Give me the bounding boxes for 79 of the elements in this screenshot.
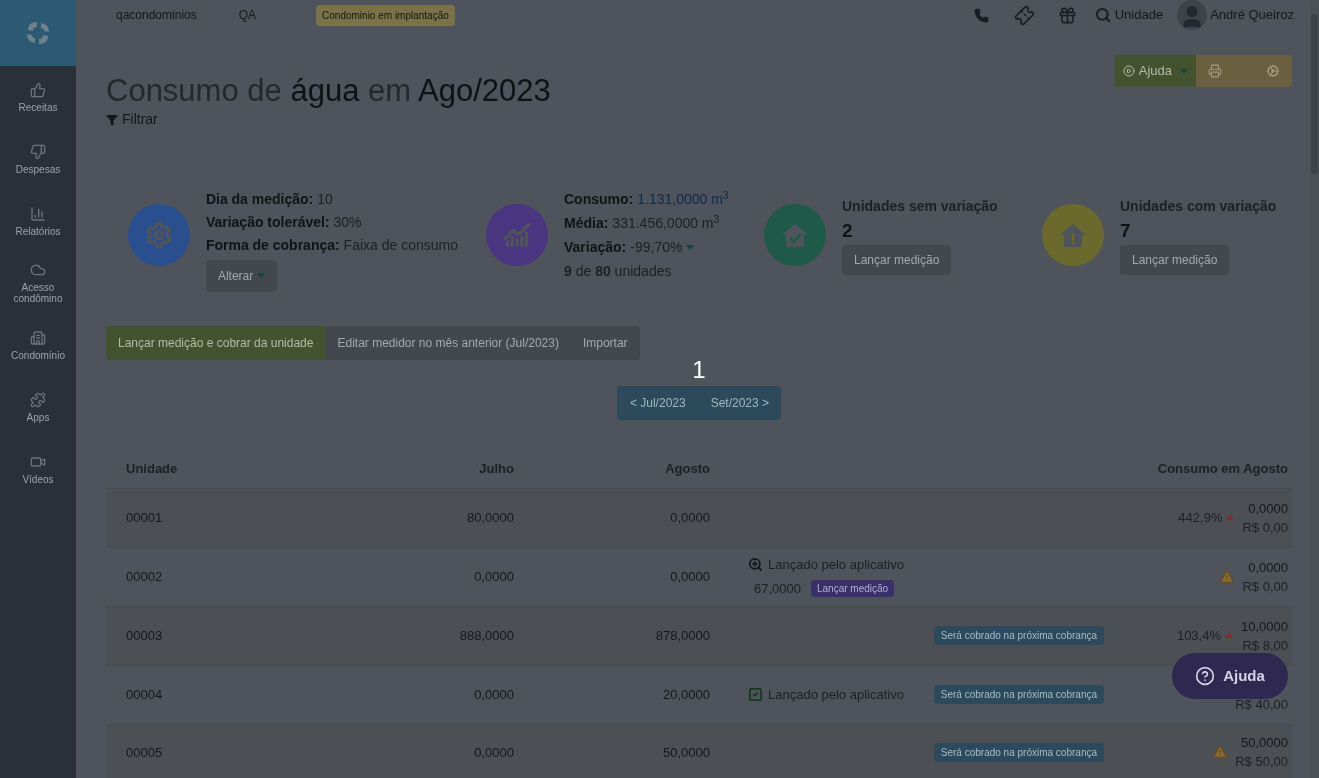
sidebar-item[interactable]: Despesas (0, 128, 76, 190)
charge-tag: Será cobrado na próxima cobrança (933, 742, 1104, 762)
user-name[interactable]: André Queiroz (1210, 5, 1294, 25)
table-cell: 0,0000 (514, 488, 710, 547)
table-cell: 0,0000 (326, 665, 514, 724)
launch-reading-button[interactable]: Lançar medição (1120, 244, 1230, 275)
charge-tag: Será cobrado na próxima cobrança (933, 685, 1104, 704)
table-cell: 0,0000 (326, 547, 514, 606)
floating-help-button[interactable]: Ajuda (1172, 653, 1288, 699)
search-link[interactable]: Unidade (1094, 5, 1164, 25)
change-button[interactable]: Alterar (205, 259, 278, 292)
zoom-in-icon (748, 557, 763, 573)
sidebar-item[interactable]: Acesso condômino (0, 252, 76, 314)
up-caret-icon (1226, 515, 1235, 520)
table-cell: 50,0000 (514, 724, 710, 778)
account-label[interactable]: qacondominios (108, 2, 205, 28)
table-cell: 80,0000 (326, 488, 514, 547)
filter-icon (106, 113, 118, 126)
next-month-button[interactable]: Set/2023 > (698, 386, 782, 420)
settings-button[interactable] (1234, 55, 1292, 87)
table-cell: 0,0000 (326, 724, 514, 778)
caret-icon (1180, 68, 1188, 74)
table-cell: 0,0000 (514, 547, 710, 606)
step-number: 1 (692, 356, 706, 384)
gift-icon[interactable] (1057, 5, 1077, 25)
consumption-value: 50,0000 (1241, 734, 1288, 753)
print-button[interactable] (1196, 55, 1234, 87)
house-check-icon (781, 222, 809, 248)
tab[interactable]: Lançar medição e cobrar da unidade (106, 326, 326, 360)
bar-chart-icon (30, 205, 46, 222)
caret-icon (686, 244, 695, 250)
table-cell: 20,0000 (514, 665, 710, 724)
thumbs-up-icon (30, 81, 46, 98)
table-cell: 00004 (106, 665, 326, 724)
table-cell: 878,0000 (514, 606, 710, 665)
charge-tag: Será cobrado na próxima cobrança (933, 626, 1104, 645)
sidebar-item[interactable]: Vídeos (0, 438, 76, 500)
settings-icon (1266, 64, 1280, 78)
consumption-value: 0,0000 (1248, 499, 1288, 518)
status-badge: Condominio em implantação (316, 4, 455, 26)
phone-icon[interactable] (973, 7, 989, 23)
launch-reading-button[interactable]: Lançar medição (811, 579, 895, 597)
launch-reading-button[interactable]: Lançar medição (842, 244, 952, 275)
table-cell: 00003 (106, 606, 326, 665)
checkbox-icon (748, 687, 763, 702)
play-icon (1122, 65, 1135, 77)
table-cell: 00005 (106, 724, 326, 778)
tab[interactable]: Importar (570, 326, 640, 360)
table-cell: 888,0000 (326, 606, 514, 665)
thumbs-down-icon (30, 143, 46, 160)
avatar[interactable] (1177, 0, 1208, 30)
table-cell: 00001 (106, 488, 326, 547)
consumption-value: 10,0000 (1241, 617, 1288, 636)
help-dropdown[interactable]: Ajuda (1114, 55, 1196, 87)
house-alert-icon (1059, 222, 1087, 248)
filter-button[interactable]: Filtrar (106, 109, 158, 130)
sidebar-item[interactable]: Condomínio (0, 314, 76, 376)
sidebar-item[interactable]: Relatórios (0, 190, 76, 252)
consumption-value: 0,0000 (1248, 558, 1288, 577)
tab[interactable]: Editar medidor no mês anterior (Jul/2023) (325, 326, 571, 360)
summary-text: Consumo: 1.131,0000 m$^{3}$ (564, 190, 729, 208)
printer-icon (1208, 64, 1222, 78)
stat-count: 7 (1120, 218, 1132, 243)
puzzle-icon (30, 391, 46, 408)
building-icon (30, 329, 46, 346)
gear-icon (144, 221, 173, 249)
chart-icon (503, 221, 531, 249)
sidebar-item[interactable]: Apps (0, 376, 76, 438)
previous-month-button[interactable]: < Jul/2023 (616, 386, 699, 420)
up-caret-icon (1225, 633, 1233, 638)
sidebar-item[interactable]: Receitas (0, 66, 76, 128)
caret-icon (257, 273, 266, 278)
search-icon (1094, 7, 1111, 23)
environment-label[interactable]: QA (230, 2, 265, 28)
logo-tile[interactable] (0, 0, 76, 66)
table-cell: 00002 (106, 547, 326, 606)
cloud-icon (30, 262, 46, 278)
help-icon (1195, 666, 1216, 686)
stat-count: 2 (842, 218, 854, 243)
